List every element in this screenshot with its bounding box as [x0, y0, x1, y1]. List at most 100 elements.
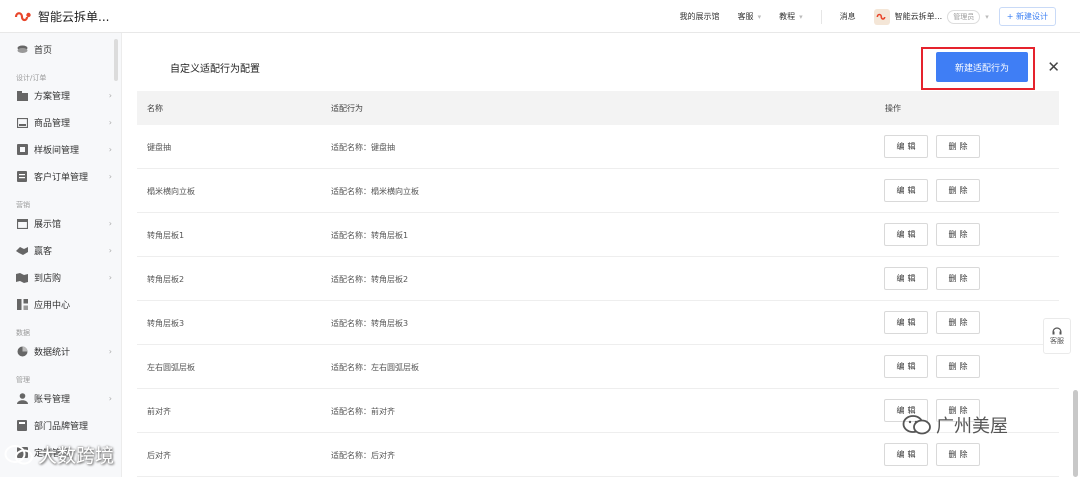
sidebar-item-dept-brand[interactable]: 部门品牌管理 — [16, 419, 112, 432]
row-behavior: 适配名称：榻米横向立板 — [331, 186, 419, 196]
edit-button[interactable]: 编辑 — [884, 311, 928, 334]
watermark-left-text: 大数跨境 — [38, 445, 115, 467]
row-name: 后对齐 — [147, 450, 171, 460]
delete-button[interactable]: 删除 — [936, 267, 980, 290]
section-manage: 管理 — [16, 376, 30, 384]
apps-icon — [16, 299, 28, 311]
sidebar-item-showroom[interactable]: 展示馆 › — [16, 217, 112, 230]
nav-tutorial[interactable]: 教程 ▾ — [779, 11, 803, 22]
goods-icon — [16, 117, 28, 129]
nav-my-showroom-label: 我的展示馆 — [679, 12, 720, 21]
chevron-down-icon: ▾ — [757, 12, 762, 21]
nav-messages-label: 消息 — [839, 12, 856, 21]
chevron-right-icon: › — [108, 118, 112, 127]
wechat-icon — [902, 415, 931, 435]
map-icon — [16, 272, 28, 284]
nav-service[interactable]: 客服 ▾ — [738, 11, 762, 22]
edit-button[interactable]: 编辑 — [884, 135, 928, 158]
nav-service-label: 客服 — [737, 12, 754, 21]
close-icon[interactable]: ✕ — [1047, 58, 1060, 76]
edit-button[interactable]: 编辑 — [884, 179, 928, 202]
sidebar-item-label: 账号管理 — [34, 395, 71, 405]
sidebar-item-label: 部门品牌管理 — [34, 422, 89, 432]
sample-room-icon — [16, 144, 28, 156]
delete-button[interactable]: 删除 — [936, 443, 980, 466]
user-menu[interactable]: 智能云拆单... 管理员 ▾ — [873, 8, 989, 25]
row-actions: 编辑 删除 — [884, 179, 988, 202]
brand-icon — [16, 420, 28, 432]
edit-button[interactable]: 编辑 — [884, 355, 928, 378]
sidebar-item-customer-orders[interactable]: 客户订单管理 › — [16, 170, 112, 183]
nav-my-showroom[interactable]: 我的展示馆 — [680, 11, 720, 22]
chevron-right-icon: › — [108, 219, 112, 228]
row-name: 转角层板3 — [147, 318, 185, 328]
sidebar-item-label: 方案管理 — [34, 92, 71, 102]
section-marketing: 营销 — [16, 201, 30, 209]
sidebar-item-account[interactable]: 账号管理 › — [16, 392, 112, 405]
sidebar-item-label: 数据统计 — [34, 348, 71, 358]
delete-button[interactable]: 删除 — [936, 135, 980, 158]
sidebar-item-home[interactable]: 首页 — [16, 43, 112, 56]
sidebar-item-label: 样板间管理 — [34, 146, 80, 156]
sidebar-item-to-store[interactable]: 到店购 › — [16, 271, 112, 284]
delete-button[interactable]: 删除 — [936, 355, 980, 378]
order-icon — [16, 171, 28, 183]
row-actions: 编辑 删除 — [884, 355, 988, 378]
row-behavior: 适配名称：转角层板2 — [331, 274, 409, 284]
edit-button[interactable]: 编辑 — [884, 223, 928, 246]
edit-button[interactable]: 编辑 — [884, 267, 928, 290]
sidebar-item-label: 展示馆 — [34, 220, 62, 230]
chevron-right-icon: › — [108, 347, 112, 356]
sidebar-item-label: 首页 — [34, 46, 53, 56]
showroom-icon — [16, 218, 28, 230]
headset-icon — [1052, 327, 1062, 335]
watermark-right: 广州美屋 — [902, 412, 1008, 438]
row-actions: 编辑 删除 — [884, 443, 988, 466]
sidebar-item-stats[interactable]: 数据统计 › — [16, 345, 112, 358]
row-actions: 编辑 删除 — [884, 311, 988, 334]
sidebar-item-sample-room[interactable]: 样板间管理 › — [16, 143, 112, 156]
sidebar-scrollbar[interactable] — [114, 39, 118, 81]
top-nav: 我的展示馆 客服 ▾ 教程 ▾ 消息 智能云拆单... 管理员 ▾ + 新建设计 — [680, 0, 1080, 33]
row-behavior: 适配名称：转角层板3 — [331, 318, 409, 328]
row-behavior: 适配名称：左右圆弧层板 — [331, 362, 419, 372]
delete-button[interactable]: 删除 — [936, 223, 980, 246]
column-header-ops: 操作 — [885, 103, 901, 113]
sidebar-item-plans[interactable]: 方案管理 › — [16, 89, 112, 102]
brand-icon — [876, 13, 886, 20]
table-row: 榻米横向立板 适配名称：榻米横向立板 编辑 删除 — [137, 169, 1059, 213]
handshake-icon — [16, 245, 28, 257]
row-behavior: 适配名称：后对齐 — [331, 450, 395, 460]
row-name: 榻米横向立板 — [147, 186, 195, 196]
app-logo[interactable]: 智能云拆单... — [14, 8, 109, 25]
home-icon — [16, 44, 28, 56]
nav-messages[interactable]: 消息 — [840, 11, 856, 22]
app-name: 智能云拆单... — [38, 10, 110, 24]
page-scrollbar[interactable] — [1073, 390, 1078, 477]
service-float-button[interactable]: 客服 — [1043, 318, 1071, 354]
row-actions: 编辑 删除 — [884, 135, 988, 158]
table-header: 名称 适配行为 操作 — [137, 91, 1059, 125]
delete-button[interactable]: 删除 — [936, 179, 980, 202]
sidebar-item-label: 赢客 — [34, 247, 53, 257]
new-design-button[interactable]: + 新建设计 — [998, 7, 1056, 26]
table-row: 转角层板2 适配名称：转角层板2 编辑 删除 — [137, 257, 1059, 301]
sidebar-item-label: 到店购 — [34, 274, 62, 284]
table-row: 左右圆弧层板 适配名称：左右圆弧层板 编辑 删除 — [137, 345, 1059, 389]
watermark-left: 大数跨境 — [4, 441, 114, 468]
sidebar-item-app-center[interactable]: 应用中心 — [16, 298, 112, 311]
delete-button[interactable]: 删除 — [936, 311, 980, 334]
column-header-behavior: 适配行为 — [331, 103, 363, 113]
sidebar-item-goods[interactable]: 商品管理 › — [16, 116, 112, 129]
row-actions: 编辑 删除 — [884, 223, 988, 246]
edit-button[interactable]: 编辑 — [884, 443, 928, 466]
wechat-icon — [4, 444, 33, 464]
logo-icon — [14, 11, 31, 21]
row-name: 键盘抽 — [147, 142, 171, 152]
nav-tutorial-label: 教程 — [779, 12, 796, 21]
chevron-down-icon: ▾ — [799, 12, 803, 21]
avatar — [873, 8, 890, 25]
row-behavior: 适配名称：键盘抽 — [331, 142, 395, 152]
sidebar-item-yingke[interactable]: 赢客 › — [16, 244, 112, 257]
row-name: 转角层板1 — [147, 230, 185, 240]
